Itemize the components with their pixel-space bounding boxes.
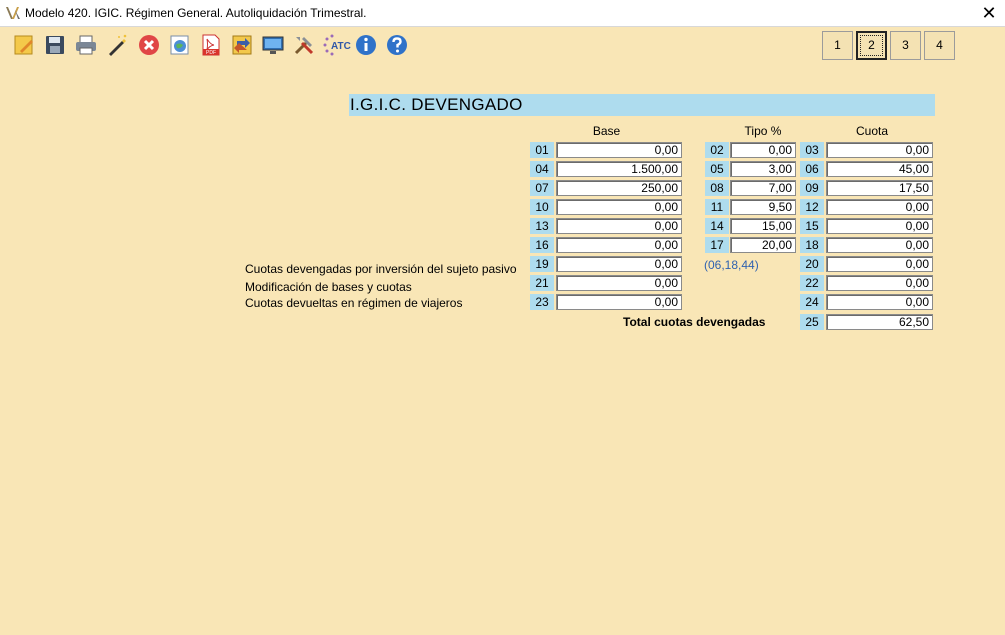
box-code: 01 bbox=[530, 142, 554, 158]
tipo-field[interactable]: 9,50 bbox=[730, 199, 796, 215]
info-icon[interactable] bbox=[354, 33, 378, 57]
window-title: Modelo 420. IGIC. Régimen General. Autol… bbox=[25, 6, 367, 20]
tipo-field[interactable]: 15,00 bbox=[730, 218, 796, 234]
wizard-icon[interactable] bbox=[105, 33, 129, 57]
monitor-icon[interactable] bbox=[261, 33, 285, 57]
globe-icon[interactable] bbox=[168, 33, 192, 57]
box-code: 08 bbox=[705, 180, 729, 196]
new-icon[interactable] bbox=[12, 33, 36, 57]
cuota-field[interactable]: 0,00 bbox=[826, 294, 933, 310]
cancel-icon[interactable] bbox=[137, 33, 161, 57]
box-code: 16 bbox=[530, 237, 554, 253]
cuota-field[interactable]: 0,00 bbox=[826, 256, 933, 272]
box-code: 10 bbox=[530, 199, 554, 215]
box-code: 20 bbox=[800, 256, 824, 272]
cuota-field[interactable]: 0,00 bbox=[826, 218, 933, 234]
base-field[interactable]: 0,00 bbox=[556, 218, 682, 234]
base-field[interactable]: 0,00 bbox=[556, 142, 682, 158]
base-field[interactable]: 0,00 bbox=[556, 199, 682, 215]
box-code: 14 bbox=[705, 218, 729, 234]
svg-text:ATC: ATC bbox=[331, 41, 351, 52]
total-field[interactable]: 62,50 bbox=[826, 314, 933, 330]
cuota-field[interactable]: 45,00 bbox=[826, 161, 933, 177]
atc-icon[interactable]: ATC bbox=[322, 33, 352, 57]
base-field[interactable]: 0,00 bbox=[556, 237, 682, 253]
box-code: 02 bbox=[705, 142, 729, 158]
app-logo-icon bbox=[6, 7, 20, 19]
total-label: Total cuotas devengadas bbox=[623, 315, 766, 329]
tipo-field[interactable]: 20,00 bbox=[730, 237, 796, 253]
base-field[interactable]: 0,00 bbox=[556, 294, 682, 310]
row-label-modificacion: Modificación de bases y cuotas bbox=[245, 280, 412, 294]
tipo-field[interactable]: 0,00 bbox=[730, 142, 796, 158]
row-label-inversion-sujeto-pasivo: Cuotas devengadas por inversión del suje… bbox=[245, 262, 517, 276]
box-code: 13 bbox=[530, 218, 554, 234]
cuota-field[interactable]: 0,00 bbox=[826, 199, 933, 215]
reference-note: (06,18,44) bbox=[704, 258, 759, 272]
pdf-icon[interactable]: PDF bbox=[199, 33, 223, 57]
tipo-field[interactable]: 3,00 bbox=[730, 161, 796, 177]
box-code: 06 bbox=[800, 161, 824, 177]
column-header-base: Base bbox=[592, 124, 621, 138]
box-code: 12 bbox=[800, 199, 824, 215]
box-code: 11 bbox=[705, 199, 729, 215]
base-field[interactable]: 1.500,00 bbox=[556, 161, 682, 177]
box-code: 22 bbox=[800, 275, 824, 291]
section-title: I.G.I.C. DEVENGADO bbox=[349, 94, 935, 116]
box-code: 04 bbox=[530, 161, 554, 177]
tipo-field[interactable]: 7,00 bbox=[730, 180, 796, 196]
box-code: 05 bbox=[705, 161, 729, 177]
box-code: 17 bbox=[705, 237, 729, 253]
box-code: 21 bbox=[530, 275, 554, 291]
cuota-field[interactable]: 0,00 bbox=[826, 142, 933, 158]
base-field[interactable]: 0,00 bbox=[556, 275, 682, 291]
print-icon[interactable] bbox=[74, 33, 98, 57]
save-icon[interactable] bbox=[43, 33, 67, 57]
box-code: 24 bbox=[800, 294, 824, 310]
row-label-viajeros: Cuotas devueltas en régimen de viajeros bbox=[245, 296, 463, 310]
box-code: 07 bbox=[530, 180, 554, 196]
base-field[interactable]: 250,00 bbox=[556, 180, 682, 196]
page-3-button[interactable]: 3 bbox=[890, 31, 921, 60]
page-1-button[interactable]: 1 bbox=[822, 31, 853, 60]
base-field[interactable]: 0,00 bbox=[556, 256, 682, 272]
box-code: 18 bbox=[800, 237, 824, 253]
help-icon[interactable] bbox=[385, 33, 409, 57]
box-code: 19 bbox=[530, 256, 554, 272]
page-2-button[interactable]: 2 bbox=[856, 31, 887, 60]
box-code: 03 bbox=[800, 142, 824, 158]
column-header-cuota: Cuota bbox=[855, 124, 889, 138]
close-button[interactable]: ✕ bbox=[973, 0, 1005, 26]
column-header-tipo: Tipo % bbox=[744, 124, 782, 138]
box-code: 23 bbox=[530, 294, 554, 310]
total-code: 25 bbox=[800, 314, 824, 330]
cuota-field[interactable]: 17,50 bbox=[826, 180, 933, 196]
page-4-button[interactable]: 4 bbox=[924, 31, 955, 60]
cuota-field[interactable]: 0,00 bbox=[826, 275, 933, 291]
title-bar: Modelo 420. IGIC. Régimen General. Autol… bbox=[0, 0, 1005, 27]
import-icon[interactable] bbox=[230, 33, 254, 57]
box-code: 09 bbox=[800, 180, 824, 196]
box-code: 15 bbox=[800, 218, 824, 234]
svg-text:PDF: PDF bbox=[206, 50, 216, 56]
cuota-field[interactable]: 0,00 bbox=[826, 237, 933, 253]
tools-icon[interactable] bbox=[292, 33, 316, 57]
